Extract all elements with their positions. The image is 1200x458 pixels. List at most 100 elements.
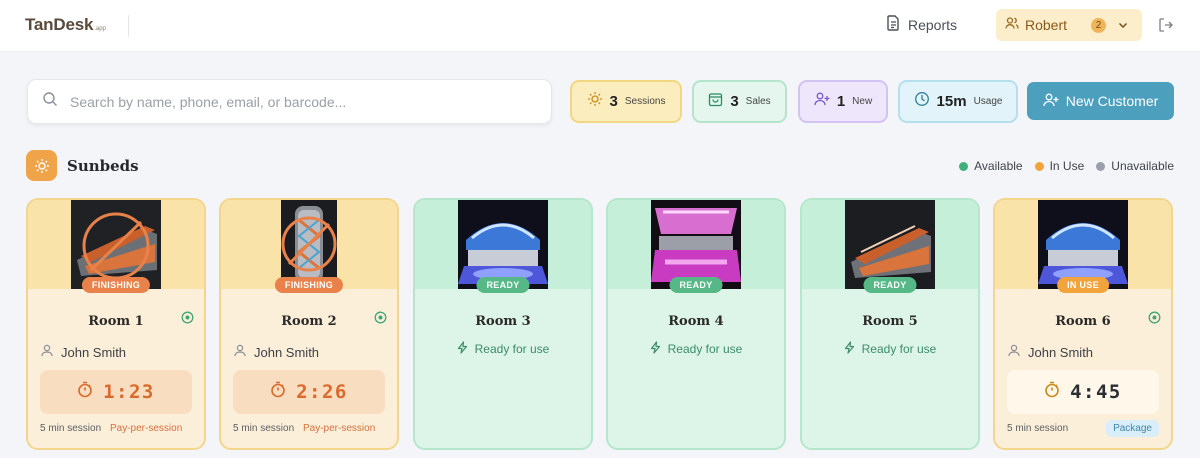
status-pill: FINISHING bbox=[81, 277, 151, 293]
payment-type: Pay-per-session bbox=[303, 423, 376, 434]
new-count: 1 bbox=[836, 93, 846, 110]
sessions-stat[interactable]: 3 Sessions bbox=[570, 80, 682, 123]
users-icon bbox=[1005, 16, 1019, 35]
user-icon bbox=[234, 344, 246, 360]
top-bar: TanDesk .app Reports Robert 2 bbox=[0, 0, 1200, 52]
status-pill: READY bbox=[863, 277, 917, 293]
room-card-5[interactable]: READY Room 5 Ready for use bbox=[800, 198, 980, 450]
sunbeds-section-icon bbox=[26, 150, 57, 181]
notification-badge: 2 bbox=[1091, 17, 1107, 33]
logo-suffix: .app bbox=[94, 26, 106, 32]
sunbed-image bbox=[281, 200, 337, 289]
user-name: Robert bbox=[1025, 17, 1068, 33]
sales-label: Sales bbox=[745, 96, 771, 107]
timer-value: 4:45 bbox=[1070, 381, 1122, 403]
logo-text: TanDesk bbox=[25, 15, 94, 34]
user-plus-icon bbox=[1043, 92, 1059, 111]
package-badge: Package bbox=[1106, 420, 1159, 437]
usage-value: 15m bbox=[936, 93, 967, 110]
usage-stat[interactable]: 15m Usage bbox=[898, 80, 1018, 123]
sunbed-image bbox=[71, 200, 161, 289]
ready-note: Ready for use bbox=[802, 341, 978, 357]
chevron-down-icon bbox=[1118, 16, 1128, 34]
user-icon bbox=[1008, 344, 1020, 360]
session-timer: 1:23 bbox=[40, 370, 192, 414]
search-icon bbox=[42, 91, 58, 112]
target-icon[interactable] bbox=[374, 311, 387, 329]
section-title: Sunbeds bbox=[67, 157, 139, 175]
reports-label: Reports bbox=[908, 16, 958, 33]
room-title: Room 5 bbox=[862, 314, 918, 329]
new-customer-label: New Customer bbox=[1065, 93, 1159, 109]
customer-info[interactable]: John Smith bbox=[1008, 344, 1093, 360]
session-length: 5 min session bbox=[1007, 423, 1069, 434]
sessions-label: Sessions bbox=[624, 96, 666, 107]
status-legend: Available In Use Unavailable bbox=[959, 159, 1174, 173]
new-customers-stat[interactable]: 1 New bbox=[798, 80, 888, 123]
room-card-2[interactable]: FINISHING Room 2 John Smith 2:26 5 min s… bbox=[219, 198, 399, 450]
legend-label: In Use bbox=[1049, 159, 1085, 173]
new-label: New bbox=[852, 96, 873, 107]
room-title: Room 6 bbox=[1055, 314, 1111, 329]
header-divider bbox=[128, 15, 129, 37]
sunbed-image bbox=[1038, 200, 1128, 289]
session-length: 5 min session bbox=[40, 423, 102, 434]
user-icon bbox=[41, 344, 53, 360]
user-menu-button[interactable]: Robert 2 bbox=[996, 9, 1142, 41]
sales-count: 3 bbox=[730, 93, 739, 110]
status-pill: READY bbox=[669, 277, 723, 293]
target-icon[interactable] bbox=[1148, 311, 1161, 329]
legend-label: Unavailable bbox=[1111, 159, 1174, 173]
stopwatch-icon bbox=[1044, 381, 1060, 403]
room-title: Room 3 bbox=[475, 314, 531, 329]
customer-name: John Smith bbox=[1028, 344, 1094, 360]
status-pill: IN USE bbox=[1057, 277, 1109, 293]
room-title: Room 1 bbox=[88, 314, 144, 329]
room-card-4[interactable]: READY Room 4 Ready for use bbox=[606, 198, 786, 450]
session-timer: 4:45 bbox=[1007, 370, 1159, 414]
user-plus-icon bbox=[814, 91, 830, 112]
app-logo[interactable]: TanDesk .app bbox=[25, 15, 106, 35]
ready-label: Ready for use bbox=[667, 342, 743, 356]
timer-value: 2:26 bbox=[296, 381, 348, 403]
legend-available: Available bbox=[959, 159, 1023, 173]
session-timer: 2:26 bbox=[233, 370, 385, 414]
bolt-icon bbox=[457, 341, 468, 357]
search-input[interactable] bbox=[70, 93, 510, 110]
sunbed-image bbox=[651, 200, 741, 289]
ready-note: Ready for use bbox=[608, 341, 784, 357]
customer-info[interactable]: John Smith bbox=[41, 344, 126, 360]
room-card-6[interactable]: IN USE Room 6 John Smith 4:45 5 min sess… bbox=[993, 198, 1173, 450]
room-card-1[interactable]: FINISHING Room 1 John Smith 1:23 5 min s… bbox=[26, 198, 206, 450]
customer-info[interactable]: John Smith bbox=[234, 344, 319, 360]
legend-label: Available bbox=[974, 159, 1023, 173]
payment-type: Pay-per-session bbox=[110, 423, 183, 434]
bolt-icon bbox=[844, 341, 855, 357]
session-length: 5 min session bbox=[233, 423, 295, 434]
status-pill: FINISHING bbox=[274, 277, 344, 293]
new-customer-button[interactable]: New Customer bbox=[1027, 82, 1174, 120]
document-icon bbox=[886, 15, 901, 34]
room-card-3[interactable]: READY Room 3 Ready for use bbox=[413, 198, 593, 450]
available-dot bbox=[959, 161, 969, 171]
status-pill: READY bbox=[476, 277, 530, 293]
room-title: Room 2 bbox=[281, 314, 337, 329]
search-box[interactable] bbox=[27, 79, 552, 124]
in-use-dot bbox=[1034, 161, 1044, 171]
sales-stat[interactable]: 3 Sales bbox=[692, 80, 787, 123]
usage-label: Usage bbox=[973, 96, 1003, 107]
stopwatch-icon bbox=[77, 381, 93, 403]
unavailable-dot bbox=[1096, 161, 1106, 171]
ready-label: Ready for use bbox=[474, 342, 550, 356]
sunbed-image bbox=[458, 200, 548, 289]
legend-unavailable: Unavailable bbox=[1096, 159, 1174, 173]
bolt-icon bbox=[650, 341, 661, 357]
reports-link[interactable]: Reports bbox=[886, 15, 957, 34]
target-icon[interactable] bbox=[181, 311, 194, 329]
logout-icon[interactable] bbox=[1158, 17, 1174, 38]
customer-name: John Smith bbox=[254, 344, 320, 360]
sessions-count: 3 bbox=[609, 93, 618, 110]
shopping-bag-icon bbox=[708, 91, 723, 112]
customer-name: John Smith bbox=[61, 344, 127, 360]
ready-label: Ready for use bbox=[861, 342, 937, 356]
